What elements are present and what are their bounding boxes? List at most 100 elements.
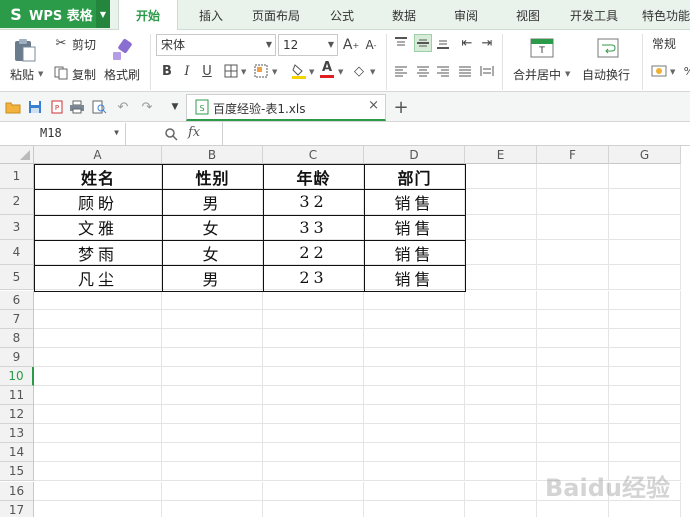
tab-page-layout[interactable]: 页面布局 [244, 0, 308, 30]
distributed-align-icon[interactable] [478, 62, 496, 80]
cell[interactable] [609, 309, 681, 329]
cell[interactable] [465, 347, 537, 367]
tab-special-features[interactable]: 特色功能 [634, 0, 690, 30]
cell[interactable] [537, 443, 609, 463]
cell[interactable] [263, 405, 364, 425]
cell[interactable] [162, 443, 263, 463]
paste-dropdown-icon[interactable]: ▼ [38, 70, 43, 78]
cell[interactable] [465, 189, 537, 215]
row-header-9[interactable]: 9 [0, 347, 34, 367]
fill-color-dropdown-icon[interactable]: ▼ [309, 68, 314, 76]
cell[interactable] [34, 347, 162, 367]
cell[interactable] [537, 405, 609, 425]
cell[interactable] [162, 405, 263, 425]
tab-developer[interactable]: 开发工具 [562, 0, 626, 30]
formula-input[interactable] [222, 122, 690, 145]
row-header-16[interactable]: 16 [0, 481, 34, 501]
cell-style-dropdown-icon[interactable]: ▼ [272, 68, 277, 76]
cell[interactable] [364, 290, 465, 310]
cell[interactable] [465, 328, 537, 348]
cell[interactable] [263, 328, 364, 348]
cell[interactable] [162, 481, 263, 501]
cell[interactable] [34, 424, 162, 444]
column-header-d[interactable]: D [364, 146, 465, 164]
cell[interactable] [263, 500, 364, 517]
cell[interactable] [364, 481, 465, 501]
cell[interactable] [364, 405, 465, 425]
cell[interactable] [263, 347, 364, 367]
row-header-5[interactable]: 5 [0, 265, 34, 291]
row-header-1[interactable]: 1 [0, 164, 34, 190]
tab-review[interactable]: 审阅 [442, 0, 490, 30]
cell[interactable] [537, 366, 609, 386]
cell[interactable] [162, 424, 263, 444]
cell[interactable] [364, 309, 465, 329]
row-header-13[interactable]: 13 [0, 424, 34, 444]
currency-icon[interactable] [650, 62, 668, 80]
cell[interactable] [465, 214, 537, 240]
cell[interactable] [263, 290, 364, 310]
row-header-3[interactable]: 3 [0, 214, 34, 240]
align-center-icon[interactable] [414, 62, 432, 80]
undo-icon[interactable]: ↶ [114, 98, 132, 116]
scissors-icon[interactable]: ✂ [52, 34, 70, 52]
cell[interactable] [34, 309, 162, 329]
column-header-c[interactable]: C [263, 146, 364, 164]
cell[interactable] [609, 328, 681, 348]
number-format-select[interactable]: 常规 [648, 34, 690, 56]
row-header-12[interactable]: 12 [0, 405, 34, 425]
cell[interactable] [609, 405, 681, 425]
cell[interactable] [364, 366, 465, 386]
row-header-2[interactable]: 2 [0, 189, 34, 215]
cell[interactable] [34, 462, 162, 482]
close-icon[interactable]: × [368, 98, 379, 113]
name-box[interactable]: M18 ▼ [0, 123, 126, 145]
merge-center-icon[interactable]: T [528, 34, 556, 62]
align-left-icon[interactable] [392, 62, 410, 80]
cell[interactable] [537, 386, 609, 406]
cell[interactable] [34, 366, 162, 386]
cell[interactable] [364, 386, 465, 406]
italic-button[interactable]: I [178, 62, 196, 80]
cell[interactable] [162, 328, 263, 348]
cell[interactable] [537, 265, 609, 291]
row-header-7[interactable]: 7 [0, 309, 34, 329]
cell[interactable] [263, 481, 364, 501]
fill-color-icon[interactable] [290, 62, 308, 80]
borders-icon[interactable] [222, 62, 240, 80]
cell[interactable] [364, 424, 465, 444]
tab-view[interactable]: 视图 [504, 0, 552, 30]
font-name-select[interactable]: 宋体 ▼ [156, 34, 276, 56]
export-pdf-icon[interactable]: P [48, 98, 66, 116]
cell[interactable] [465, 443, 537, 463]
clear-format-dropdown-icon[interactable]: ▼ [370, 68, 375, 76]
cell[interactable] [537, 347, 609, 367]
cell[interactable] [34, 405, 162, 425]
align-top-icon[interactable] [392, 34, 410, 52]
cell[interactable] [162, 366, 263, 386]
cell[interactable] [537, 290, 609, 310]
paste-icon[interactable] [10, 36, 40, 64]
cell[interactable] [465, 405, 537, 425]
cell[interactable] [34, 328, 162, 348]
cell[interactable] [263, 462, 364, 482]
cell[interactable] [465, 309, 537, 329]
merge-center-button[interactable]: 合并居中 [513, 66, 561, 83]
cell[interactable] [364, 347, 465, 367]
cell[interactable] [364, 328, 465, 348]
document-tab[interactable]: S 百度经验-表1.xls × [186, 94, 386, 121]
tab-formulas[interactable]: 公式 [318, 0, 366, 30]
cell[interactable] [537, 164, 609, 190]
print-icon[interactable] [68, 98, 86, 116]
merge-center-dropdown-icon[interactable]: ▼ [565, 70, 570, 78]
cell[interactable] [609, 239, 681, 266]
currency-dropdown-icon[interactable]: ▼ [670, 68, 675, 76]
row-header-6[interactable]: 6 [0, 290, 34, 310]
cell[interactable] [609, 443, 681, 463]
redo-icon[interactable]: ↷ [138, 98, 156, 116]
cell[interactable] [537, 424, 609, 444]
column-header-e[interactable]: E [465, 146, 537, 164]
cell[interactable] [162, 462, 263, 482]
cell[interactable] [162, 309, 263, 329]
align-right-icon[interactable] [434, 62, 452, 80]
